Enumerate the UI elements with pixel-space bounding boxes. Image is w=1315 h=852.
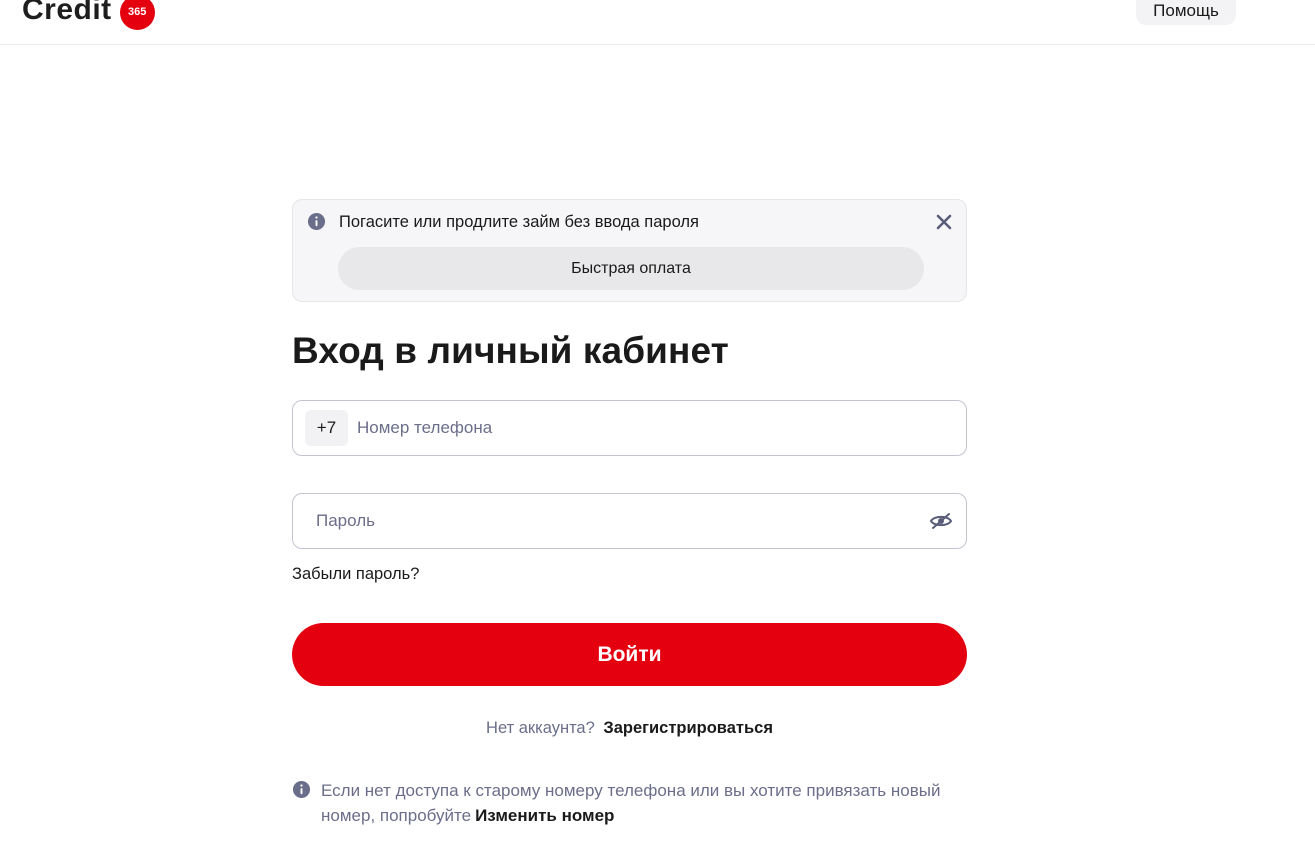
- password-input[interactable]: [314, 494, 914, 548]
- close-icon[interactable]: [933, 211, 955, 233]
- password-field[interactable]: [292, 493, 967, 549]
- phone-input[interactable]: [355, 401, 945, 455]
- logo-badge: 365: [119, 0, 155, 30]
- page-title: Вход в личный кабинет: [292, 330, 729, 371]
- eye-off-icon[interactable]: [929, 511, 953, 531]
- quick-pay-banner: Погасите или продлите займ без ввода пар…: [292, 199, 967, 302]
- register-line: Нет аккаунта? Зарегистрироваться: [292, 719, 967, 738]
- note-text: Если нет доступа к старому номеру телефо…: [321, 781, 941, 825]
- logo-text: Credit: [22, 0, 112, 26]
- register-link[interactable]: Зарегистрироваться: [603, 719, 773, 737]
- note-text-block: Если нет доступа к старому номеру телефо…: [321, 778, 941, 828]
- banner-text: Погасите или продлите займ без ввода пар…: [339, 213, 699, 231]
- phone-prefix: +7: [305, 410, 348, 446]
- info-icon: [292, 780, 311, 799]
- info-icon: [307, 212, 326, 231]
- login-button[interactable]: Войти: [292, 623, 967, 686]
- quick-pay-button[interactable]: Быстрая оплата: [338, 247, 924, 290]
- phone-field[interactable]: +7: [292, 400, 967, 456]
- logo[interactable]: Credit 365: [22, 0, 155, 32]
- forgot-password-link[interactable]: Забыли пароль?: [292, 565, 419, 584]
- header: Credit 365 Помощь: [0, 0, 1315, 45]
- change-number-link[interactable]: Изменить номер: [475, 806, 614, 825]
- no-account-text: Нет аккаунта?: [486, 719, 595, 737]
- help-button[interactable]: Помощь: [1136, 0, 1236, 25]
